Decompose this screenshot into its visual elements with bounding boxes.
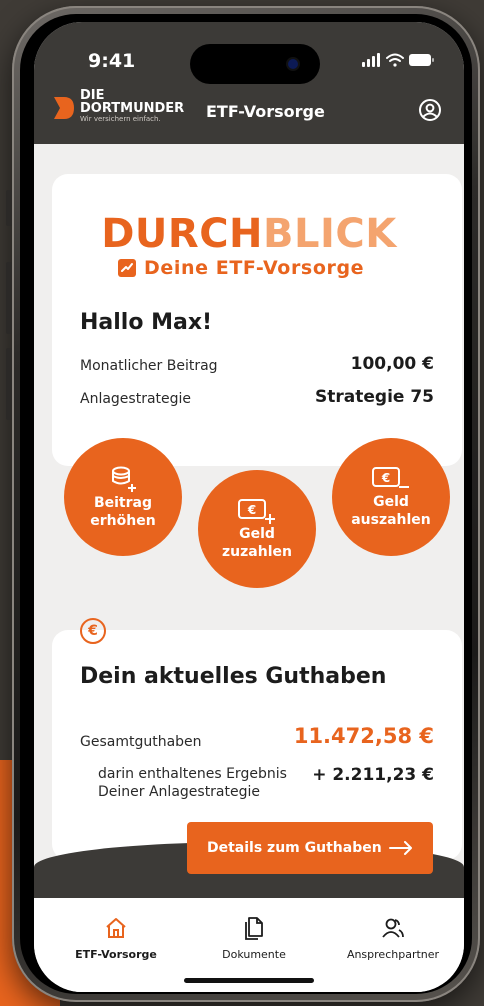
brand-tagline: Deine ETF-Vorsorge — [118, 257, 364, 279]
wallet-plus-icon: € — [238, 499, 275, 524]
total-balance-value: 11.472,58 € — [293, 724, 434, 748]
increase-contribution-button[interactable]: Beitrag erhöhen — [64, 438, 182, 556]
documents-icon — [245, 917, 263, 940]
tab-etf-vorsorge[interactable]: ETF-Vorsorge — [56, 914, 176, 961]
brand-logo-icon — [54, 97, 74, 119]
strategy-result-label: darin enthaltenes Ergebnis Deiner Anlage… — [98, 766, 287, 800]
deposit-money-button[interactable]: € Geld zuzahlen — [198, 470, 316, 588]
brand-wordmark: DURCHBLICK — [101, 211, 397, 257]
page-title: ETF-Vorsorge — [206, 102, 325, 121]
balance-details-button[interactable]: Details zum Guthaben — [187, 822, 433, 874]
strategy-result-value: + 2.211,23 € — [312, 765, 434, 785]
strategy-label: Anlagestrategie — [80, 391, 192, 407]
phone-side-button — [6, 348, 12, 420]
battery-icon — [409, 54, 434, 66]
withdraw-money-button[interactable]: € Geld auszahlen — [332, 438, 450, 556]
tab-dokumente[interactable]: Dokumente — [194, 914, 314, 961]
arrow-right-icon — [389, 841, 412, 855]
phone-side-button — [6, 190, 12, 226]
dynamic-island — [190, 44, 320, 84]
account-icon[interactable] — [418, 98, 442, 122]
status-time: 9:41 — [88, 50, 136, 72]
contribution-label: Monatlicher Beitrag — [80, 358, 218, 374]
svg-text:€: € — [247, 503, 256, 517]
coins-plus-icon — [112, 466, 136, 492]
chart-trend-icon — [118, 259, 136, 277]
status-icons — [362, 52, 434, 72]
brand-logo: DIE DORTMUNDER Wir versichern einfach. — [80, 88, 185, 123]
wallet-minus-icon: € — [372, 467, 409, 488]
home-indicator — [184, 978, 314, 983]
strategy-value: Strategie 75 — [315, 387, 434, 407]
euro-icon: € — [80, 618, 106, 644]
balance-title: Dein aktuelles Guthaben — [80, 664, 387, 689]
contribution-value: 100,00 € — [350, 354, 434, 374]
home-icon — [106, 918, 126, 938]
wifi-icon — [386, 53, 404, 67]
total-balance-label: Gesamtguthaben — [80, 734, 202, 750]
svg-text:€: € — [381, 471, 390, 485]
greeting: Hallo Max! — [80, 310, 213, 335]
tab-ansprechpartner[interactable]: Ansprechpartner — [330, 914, 456, 961]
contact-icon — [382, 918, 404, 938]
signal-icon — [362, 53, 380, 67]
phone-side-button — [6, 262, 12, 334]
app-screen: 9:41 DIE DORTMUNDER Wir versichern einfa… — [34, 22, 464, 992]
app-header: 9:41 DIE DORTMUNDER Wir versichern einfa… — [34, 22, 464, 144]
